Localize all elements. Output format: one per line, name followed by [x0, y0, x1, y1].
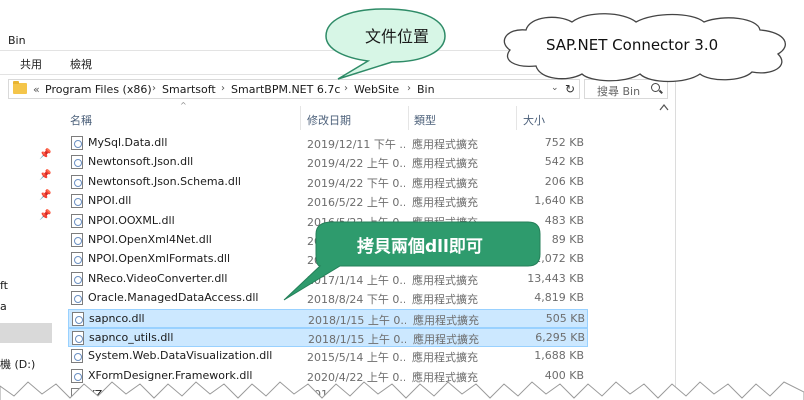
- file-name: sapnco.dll: [89, 311, 145, 325]
- dll-file-icon: [71, 233, 83, 247]
- file-type: 應用程式擴充: [412, 176, 478, 190]
- pin-icon[interactable]: 📌: [39, 210, 51, 221]
- file-row[interactable]: sapnco.dll 2018/1/15 上午 0... 應用程式擴充 505 KB: [68, 308, 588, 328]
- address-overflow[interactable]: «: [33, 83, 40, 96]
- dll-file-icon: [71, 136, 83, 150]
- chevron-down-icon[interactable]: ⌄: [551, 83, 559, 93]
- file-type: 應用程式擴充: [412, 351, 478, 365]
- column-divider[interactable]: [516, 106, 517, 130]
- crumb-bin[interactable]: Bin: [417, 83, 435, 96]
- nav-item-drive-d[interactable]: 機 (D:): [0, 356, 35, 372]
- column-header-type[interactable]: 類型: [414, 112, 436, 128]
- file-row[interactable]: MySql.Data.dll 2019/12/11 下午 ... 應用程式擴充 752…: [68, 134, 588, 153]
- ribbon-tab-share[interactable]: 共用: [20, 56, 42, 72]
- navigation-pane: 📌 📌 📌 📌: [0, 100, 58, 400]
- file-size: 1,640 KB: [534, 194, 584, 208]
- dll-file-icon: [71, 155, 83, 170]
- dll-file-icon: [71, 349, 83, 364]
- callout-copy-two-dll-text: 拷貝兩個dll即可: [357, 237, 483, 257]
- crumb-separator: ›: [407, 83, 411, 94]
- nav-item-truncated[interactable]: ft: [0, 279, 8, 292]
- pin-icon[interactable]: 📌: [39, 170, 51, 181]
- file-row[interactable]: System.Web.DataVisualization.dll 2015/5/1…: [68, 347, 588, 366]
- file-name: Oracle.ManagedDataAccess.dll: [88, 291, 259, 305]
- file-type: 應用程式擴充: [413, 333, 479, 346]
- crumb-smartsoft[interactable]: Smartsoft: [162, 83, 216, 96]
- file-name: sapnco_utils.dll: [89, 331, 174, 344]
- file-type: 應用程式擴充: [412, 138, 478, 151]
- column-header-size[interactable]: 大小: [523, 112, 545, 128]
- dll-file-icon: [71, 252, 83, 267]
- file-size: 206 KB: [544, 174, 584, 188]
- file-size: 505 KB: [545, 311, 585, 325]
- file-name: NPOI.OpenXmlFormats.dll: [88, 252, 231, 266]
- callout-file-location-text: 文件位置: [365, 27, 430, 46]
- scrollbar[interactable]: [656, 100, 672, 400]
- crumb-separator: ›: [221, 83, 225, 94]
- dll-file-icon: [72, 331, 84, 345]
- file-size: 1,688 KB: [534, 349, 584, 363]
- callout-copy-two-dll: [283, 221, 541, 301]
- file-date: 2019/12/11 下午 ...: [307, 138, 405, 151]
- sort-up-icon: ^: [180, 101, 187, 110]
- file-type: 應用程式擴充: [412, 157, 478, 171]
- pin-icon[interactable]: 📌: [39, 190, 51, 201]
- file-name: NPOI.OOXML.dll: [88, 213, 175, 227]
- file-date: 2015/5/14 上午 0...: [307, 351, 405, 365]
- nav-item-selected[interactable]: [0, 323, 52, 343]
- column-divider[interactable]: [300, 106, 301, 130]
- pin-icon[interactable]: 📌: [39, 149, 51, 160]
- window-title: Bin: [8, 34, 26, 47]
- file-date: 2019/4/22 下午 0...: [307, 176, 405, 190]
- file-date: 2018/1/15 上午 0...: [308, 313, 406, 327]
- file-name: NPOI.OpenXml4Net.dll: [88, 233, 212, 246]
- dll-file-icon: [71, 174, 83, 189]
- file-row[interactable]: Newtonsoft.Json.dll 2019/4/22 上午 0... 應用程式…: [68, 153, 588, 172]
- file-name: System.Web.DataVisualization.dll: [88, 349, 273, 363]
- crumb-smartbpm[interactable]: SmartBPM.NET 6.7c: [231, 83, 340, 96]
- dll-file-icon: [71, 291, 83, 306]
- crumb-program-files[interactable]: Program Files (x86): [45, 83, 152, 96]
- file-date: 2016/5/22 上午 0...: [307, 196, 405, 210]
- file-date: 2019/4/22 上午 0...: [307, 157, 405, 171]
- torn-edge: [0, 381, 804, 400]
- search-icon[interactable]: [651, 83, 660, 92]
- column-header-name[interactable]: 名稱: [70, 112, 92, 128]
- file-size: 542 KB: [544, 155, 584, 169]
- file-name: NReco.VideoConverter.dll: [88, 271, 228, 285]
- file-row[interactable]: Newtonsoft.Json.Schema.dll 2019/4/22 下午 0…: [68, 173, 588, 192]
- crumb-separator: ›: [152, 83, 156, 94]
- file-name: MySql.Data.dll: [88, 136, 168, 149]
- nav-item-truncated[interactable]: a: [0, 300, 7, 313]
- file-size: 6,295 KB: [535, 331, 585, 344]
- file-size: 752 KB: [544, 136, 584, 149]
- column-header-date[interactable]: 修改日期: [307, 112, 351, 128]
- dll-file-icon: [72, 311, 84, 326]
- callout-sap-connector-text: SAP.NET Connector 3.0: [546, 36, 719, 54]
- file-type: 應用程式擴充: [412, 196, 478, 210]
- search-placeholder: 搜尋 Bin: [597, 85, 641, 98]
- file-type: 應用程式擴充: [413, 313, 479, 327]
- dll-file-icon: [71, 271, 83, 286]
- folder-icon: [13, 81, 27, 94]
- dll-file-icon: [71, 194, 83, 209]
- file-name: NPOI.dll: [88, 194, 132, 208]
- file-row[interactable]: sapnco_utils.dll 2018/1/15 上午 0... 應用程式擴充 6…: [68, 328, 588, 347]
- file-row[interactable]: NPOI.dll 2016/5/22 上午 0... 應用程式擴充 1,640 KB: [68, 192, 588, 211]
- file-date: 2018/1/15 上午 0...: [308, 333, 406, 346]
- file-name: Newtonsoft.Json.Schema.dll: [88, 174, 241, 188]
- crumb-website[interactable]: WebSite: [354, 83, 399, 96]
- file-name: Newtonsoft.Json.dll: [88, 155, 194, 169]
- address-bar[interactable]: « Program Files (x86) › Smartsoft › Smar…: [8, 79, 580, 99]
- dll-file-icon: [71, 213, 83, 228]
- column-divider[interactable]: [408, 106, 409, 130]
- crumb-separator: ›: [344, 83, 348, 94]
- ribbon-tab-view[interactable]: 檢視: [70, 56, 92, 72]
